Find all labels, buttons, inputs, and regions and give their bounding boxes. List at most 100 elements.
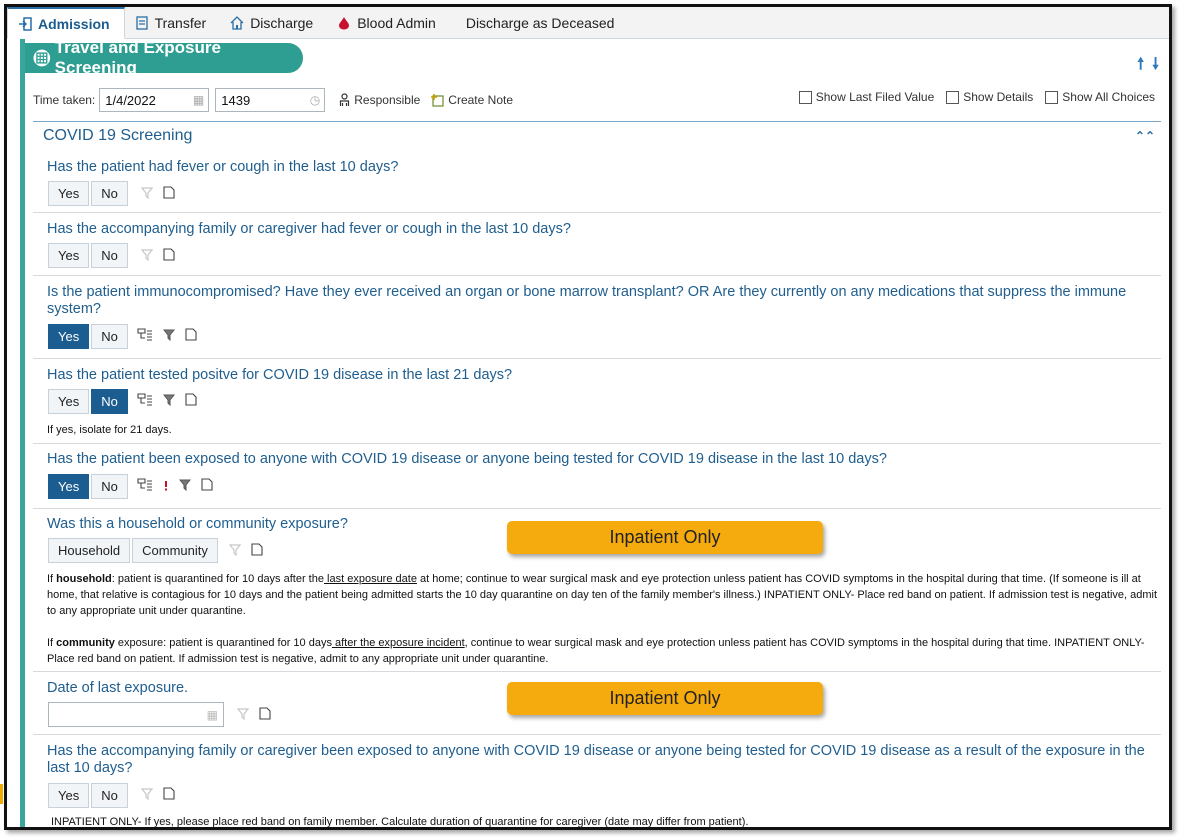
answer-buttons: Yes No [48,243,128,268]
tab-label: Discharge as Deceased [465,14,615,31]
answer-buttons: Yes No [48,324,128,349]
row-tools [137,478,213,491]
answer-buttons: Yes No [48,474,128,499]
create-note-label: Create Note [448,93,513,107]
date-value: 1/4/2022 [105,92,156,108]
calendar-icon[interactable]: ▦ [193,93,204,107]
question-text: Has the accompanying family or caregiver… [47,221,571,237]
clock-icon[interactable]: ◷ [310,93,320,107]
note-underline: after the exposure incident [331,637,465,649]
question-row: Date of last exposure. Inpatient Only ▦ [33,672,1161,735]
note-underline: last exposure date [323,573,417,585]
details-list-icon[interactable] [137,328,153,341]
answer-buttons: Household Community [48,538,218,563]
section-title: Travel and Exposure Screening [54,38,221,77]
filter-icon[interactable] [163,393,175,406]
checkbox-box[interactable] [1045,90,1059,104]
comment-icon[interactable] [163,186,175,199]
answer-buttons: Yes No [48,783,128,808]
show-all-choices-checkbox[interactable]: Show All Choices [1045,90,1155,104]
comment-icon[interactable] [163,248,175,261]
filter-icon[interactable] [163,328,175,341]
question-text: Has the patient had fever or cough in th… [47,159,399,175]
checkbox-box[interactable] [798,90,812,104]
arrow-down-icon[interactable]: 🠗 [1152,53,1159,80]
last-exposure-date-input[interactable]: ▦ [48,702,224,727]
question-row: Has the patient tested positve for COVID… [33,359,1161,444]
show-details-checkbox[interactable]: Show Details [946,90,1033,104]
show-last-filed-checkbox[interactable]: Show Last Filed Value [798,90,935,104]
question-note: INPATIENT ONLY- If yes, please place red… [51,816,749,828]
question-row: Has the accompanying family or caregiver… [33,735,1161,827]
checkbox-box[interactable] [946,90,960,104]
note-bold: household [56,573,112,585]
household-button[interactable]: Household [48,538,131,563]
time-input[interactable]: 1439 ◷ [215,88,326,112]
comment-icon[interactable] [201,478,213,491]
show-all-choices-label: Show All Choices [1062,90,1155,104]
no-button[interactable]: No [91,474,128,499]
no-button[interactable]: No [91,324,128,349]
tab-label: Admission [38,15,110,32]
collapse-chevron-icon[interactable]: ⌃⌃ [1135,129,1155,143]
section-nav: 🠕 🠗 [1137,53,1159,80]
question-text: Has the patient tested positve for COVID… [47,367,513,383]
calendar-icon[interactable]: ▦ [207,708,218,722]
create-note-icon [431,94,444,107]
tab-transfer[interactable]: Transfer [125,7,221,38]
note-text: If [47,637,57,649]
question-row: Was this a household or community exposu… [33,509,1161,672]
filter-icon[interactable] [229,543,241,556]
tab-bar: Admission Transfer Discharge Blood Admin… [7,7,1169,39]
comment-icon[interactable] [185,393,197,406]
tab-discharge[interactable]: Discharge [220,7,327,38]
comment-icon[interactable] [185,328,197,341]
show-last-filed-label: Show Last Filed Value [815,90,935,104]
filter-icon[interactable] [141,787,153,800]
discharge-icon [230,15,244,30]
comment-icon[interactable] [163,787,175,800]
details-list-icon[interactable] [137,393,153,406]
exclamation-alert-icon [165,481,167,491]
details-list-icon[interactable] [137,478,153,491]
date-input[interactable]: 1/4/2022 ▦ [99,88,210,112]
tab-admission[interactable]: Admission [7,7,125,39]
filter-icon[interactable] [141,186,153,199]
responsible-button[interactable]: Responsible [339,93,420,107]
row-tools [137,328,197,341]
yes-button[interactable]: Yes [48,324,90,349]
row-tools [141,248,175,261]
yes-button[interactable]: Yes [48,181,90,206]
comment-icon[interactable] [259,707,271,720]
answer-buttons: Yes No [48,181,128,206]
question-row: Has the patient been exposed to anyone w… [33,444,1161,509]
screen-frame: Admission Transfer Discharge Blood Admin… [4,4,1172,830]
create-note-button[interactable]: Create Note [430,93,513,107]
yes-button[interactable]: Yes [48,783,90,808]
tab-discharge-deceased[interactable]: Discharge as Deceased [450,7,629,38]
divider [33,121,1161,122]
yes-button[interactable]: Yes [48,389,90,414]
no-button[interactable]: No [91,783,128,808]
inpatient-only-banner: Inpatient Only [507,521,823,554]
time-taken-label: Time taken: [33,93,96,107]
question-row: Has the accompanying family or caregiver… [33,213,1161,276]
comment-icon[interactable] [251,543,263,556]
group-title: COVID 19 Screening [43,127,193,144]
yes-button[interactable]: Yes [48,474,90,499]
arrow-up-icon[interactable]: 🠕 [1137,53,1144,80]
filter-icon[interactable] [179,478,191,491]
no-button[interactable]: No [91,181,128,206]
tab-blood-admin[interactable]: Blood Admin [327,7,450,38]
no-button[interactable]: No [91,243,128,268]
filter-icon[interactable] [237,707,249,720]
no-button[interactable]: No [91,389,128,414]
row-tools [237,707,271,720]
show-details-label: Show Details [963,90,1034,104]
filter-icon[interactable] [141,248,153,261]
tab-label: Discharge [250,14,314,31]
responsible-label: Responsible [354,93,421,107]
community-button[interactable]: Community [132,538,218,563]
person-icon [340,93,350,106]
yes-button[interactable]: Yes [48,243,90,268]
